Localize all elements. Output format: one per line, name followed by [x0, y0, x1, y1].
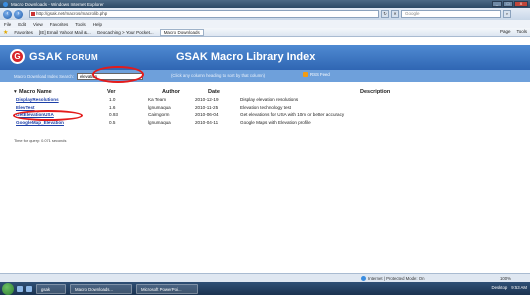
rss-icon — [303, 72, 308, 77]
refresh-icon[interactable]: ↻ — [381, 10, 389, 18]
taskbar: gsak Macro Downloads... Microsoft PowerP… — [0, 282, 530, 295]
macro-ver: 1.6 — [109, 104, 116, 110]
macro-desc: Get elevations for USA with 10m or bette… — [240, 112, 345, 118]
highlight-circle-row — [13, 110, 83, 121]
close-button[interactable]: X — [514, 1, 528, 7]
command-bar: Page Tools — [500, 29, 527, 34]
search-input[interactable]: Google — [401, 10, 501, 18]
rss-link[interactable]: RSS Feed — [303, 72, 330, 77]
start-button[interactable] — [2, 282, 14, 295]
task-macro-downloads[interactable]: Macro Downloads... — [70, 283, 132, 294]
logo-text-main: GSAK — [29, 50, 63, 63]
menu-edit[interactable]: Edit — [18, 22, 26, 27]
table-row: DisplayResolutions 1.0 Ka Team 2010-12-1… — [14, 97, 519, 105]
maximize-button[interactable]: □ — [503, 1, 513, 7]
site-header: G GSAK FORUM GSAK Macro Library Index — [0, 45, 530, 70]
col-author[interactable]: Author — [162, 89, 180, 95]
favorites-star-icon[interactable]: ★ — [3, 29, 8, 36]
logo-text: GSAK FORUM — [29, 51, 98, 63]
macro-desc: Display elevation resolutions — [240, 97, 299, 102]
menu-file[interactable]: File — [4, 22, 11, 27]
sort-hint: (Click any column heading to sort by tha… — [171, 73, 266, 78]
col-ver[interactable]: Ver — [107, 89, 116, 95]
macro-ver: 0.93 — [109, 112, 118, 118]
table-row: ElevTest 1.6 lgnumaqua 2010-11-25 Elevat… — [14, 105, 519, 113]
gsak-logo-icon: G — [10, 49, 25, 64]
desktop-toolbar[interactable]: Desktop — [491, 285, 507, 290]
macro-search-row: Macro Download Index Search: (Click any … — [0, 70, 530, 82]
clock: 9:53 AM — [511, 285, 527, 290]
security-zone[interactable]: Internet | Protected Mode: On — [361, 275, 425, 281]
table-row: GetElevationUSA 0.93 Cairngorm 2010-06-0… — [14, 112, 519, 120]
macro-desc: Elevation technology test — [240, 104, 292, 110]
menu-bar: File Edit View Favorites Tools Help — [0, 20, 530, 28]
macro-date: 2010-06-04 — [195, 112, 219, 118]
url-field[interactable]: http://gsak.net/macros/macrolib.php — [29, 10, 379, 18]
table-header: ▾ Macro Name Ver Author Date Description — [14, 89, 519, 97]
favorite-link-mail[interactable]: [IE] Email Yahoo! Mail &... — [39, 30, 91, 35]
search-placeholder: Google — [405, 11, 420, 16]
address-bar: ‹ › http://gsak.net/macros/macrolib.php … — [0, 8, 530, 20]
macro-author: Cairngorm — [148, 112, 170, 118]
macro-table: ▾ Macro Name Ver Author Date Description… — [14, 89, 519, 128]
url-text: http://gsak.net/macros/macrolib.php — [36, 11, 108, 16]
page-title: GSAK Macro Library Index — [176, 51, 316, 63]
minimize-button[interactable]: _ — [492, 1, 502, 7]
table-row: GoogleMap_Elevation 0.5 lgnumaqua 2010-0… — [14, 120, 519, 128]
macro-date: 2010-11-25 — [195, 104, 219, 110]
col-date[interactable]: Date — [208, 89, 220, 95]
page-menu-button[interactable]: Page — [500, 29, 511, 34]
macro-author: lgnumaqua — [148, 120, 171, 126]
back-icon[interactable]: ‹ — [3, 9, 12, 19]
zoom-level[interactable]: 100% — [500, 276, 511, 281]
macro-date: 2010-12-19 — [195, 97, 219, 102]
window-title: Macro Downloads - Windows Internet Explo… — [11, 1, 104, 7]
macro-author: Ka Team — [148, 97, 167, 102]
col-description[interactable]: Description — [360, 89, 390, 95]
stop-icon[interactable]: ✕ — [391, 10, 399, 18]
quicklaunch-ie-icon[interactable] — [17, 285, 23, 292]
page-content: G GSAK FORUM GSAK Macro Library Index Ma… — [0, 37, 530, 273]
window-titlebar: Macro Downloads - Windows Internet Explo… — [0, 0, 530, 8]
macro-author: lgnumaqua — [148, 104, 171, 110]
tools-menu-button[interactable]: Tools — [516, 29, 527, 34]
menu-favorites[interactable]: Favorites — [50, 22, 69, 27]
logo-text-small: FORUM — [66, 52, 99, 62]
system-tray: Desktop 9:53 AM — [491, 285, 527, 290]
status-bar: Internet | Protected Mode: On 100% — [0, 273, 530, 282]
quicklaunch-desktop-icon[interactable] — [26, 285, 32, 292]
macro-link[interactable]: DisplayResolutions — [16, 97, 59, 102]
macro-desc: Google Maps with Elevation profile — [240, 120, 311, 126]
macro-date: 2010-04-11 — [195, 120, 219, 126]
favorites-label[interactable]: Favorites — [14, 30, 33, 35]
sort-arrow-icon: ▾ — [14, 89, 17, 95]
window-controls: _ □ X — [492, 1, 528, 7]
search-icon[interactable]: ⌕ — [503, 10, 511, 18]
macro-ver: 1.0 — [109, 97, 116, 102]
macro-ver: 0.5 — [109, 120, 116, 126]
zone-text: Internet | Protected Mode: On — [368, 275, 425, 281]
search-label: Macro Download Index Search: — [14, 73, 74, 79]
forward-icon[interactable]: › — [14, 9, 23, 19]
menu-view[interactable]: View — [33, 22, 43, 27]
menu-help[interactable]: Help — [93, 22, 102, 27]
col-macro-name[interactable]: Macro Name — [19, 89, 52, 95]
task-gsak[interactable]: gsak — [36, 283, 66, 294]
favorites-bar: ★ Favorites [IE] Email Yahoo! Mail &... … — [0, 28, 530, 37]
rss-label: RSS Feed — [310, 72, 330, 77]
macro-link[interactable]: ElevTest — [16, 105, 35, 110]
internet-zone-icon — [361, 275, 366, 281]
gsak-logo[interactable]: G GSAK FORUM — [10, 49, 98, 64]
ie-icon — [3, 1, 8, 7]
favicon-icon — [31, 12, 35, 16]
tab-macro-downloads[interactable]: Macro Downloads — [159, 28, 204, 36]
highlight-circle-search — [92, 66, 144, 83]
task-powerpoint[interactable]: Microsoft PowerPoi... — [136, 283, 198, 294]
menu-tools[interactable]: Tools — [75, 22, 86, 27]
favorite-link-geocaching[interactable]: Geocaching > Your Pocket... — [97, 30, 154, 35]
query-timing: Time for query: 0.071 seconds — [14, 138, 67, 143]
